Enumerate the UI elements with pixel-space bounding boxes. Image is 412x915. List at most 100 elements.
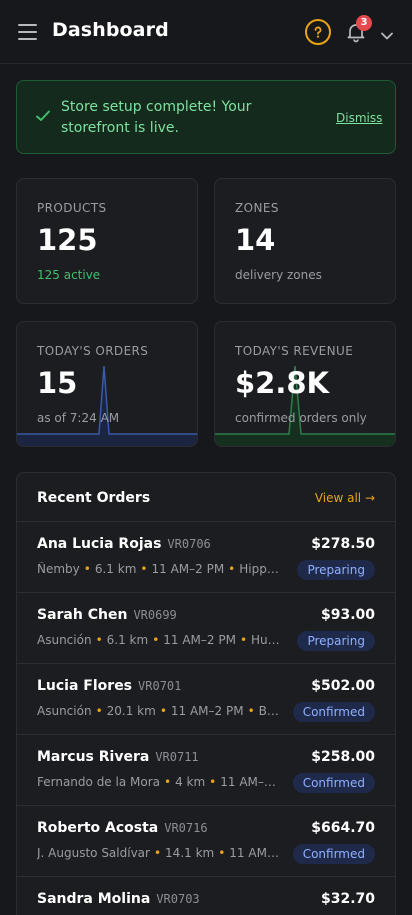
stat-value: 15	[37, 366, 78, 400]
customer-name: Lucia Flores VR0701	[37, 678, 181, 694]
customer-name-text: Lucia Flores	[37, 678, 133, 694]
separator-dot: •	[218, 846, 226, 860]
separator-dot: •	[95, 704, 103, 718]
order-store: Hippo ...	[239, 562, 282, 576]
order-meta: Asunción•6.1 km•11 AM–2 PM•Hulk...	[37, 633, 282, 647]
top-bar: Dashboard 3	[0, 0, 412, 64]
stat-label: TODAY'S REVENUE	[235, 344, 354, 358]
order-price: $32.70	[320, 891, 375, 907]
order-id: VR0699	[133, 608, 177, 622]
order-window: 11 AM–2 PM	[151, 562, 225, 576]
order-store: Ber...	[258, 704, 282, 718]
separator-dot: •	[164, 775, 172, 789]
separator-dot: •	[247, 704, 255, 718]
status-badge: Preparing	[297, 560, 375, 580]
customer-name-text: Sandra Molina	[37, 891, 151, 907]
stat-card-todays-revenue[interactable]: TODAY'S REVENUE $2.8K confirmed orders o…	[214, 321, 396, 447]
order-price: $258.00	[311, 749, 375, 765]
order-price: $664.70	[311, 820, 375, 836]
stat-subtext: delivery zones	[235, 268, 322, 282]
order-city: Ñemby	[37, 562, 80, 576]
order-price: $93.00	[320, 607, 375, 623]
stat-label: PRODUCTS	[37, 201, 107, 215]
customer-name: Ana Lucia Rojas VR0706	[37, 536, 211, 552]
order-store: Hulk...	[251, 633, 282, 647]
stat-value: 125	[37, 223, 98, 257]
order-city: Fernando de la Mora	[37, 775, 160, 789]
customer-name-text: Marcus Rivera	[37, 749, 150, 765]
order-distance: 6.1 km	[106, 633, 149, 647]
order-row[interactable]: Sarah Chen VR0699 $93.00 Asunción • 6.1 km • 11…	[17, 593, 395, 664]
order-meta: Fernando de la Mora • 4 km • 11 AM–2 ...	[37, 775, 282, 789]
order-meta: J. Augusto Saldívar•14.1 km•11 AM–2 ...	[37, 846, 282, 860]
order-distance: 20.1 km	[106, 704, 156, 718]
order-row[interactable]: Sandra Molina VR0703 $32.70	[17, 877, 395, 915]
order-id: VR0711	[155, 750, 199, 764]
chevron-down-icon[interactable]	[380, 26, 396, 40]
order-id: VR0716	[164, 821, 208, 835]
customer-name-text: Roberto Acosta	[37, 820, 159, 836]
hamburger-menu-icon[interactable]	[18, 24, 38, 40]
order-distance: 4 km	[175, 775, 206, 789]
status-badge: Confirmed	[292, 773, 375, 793]
separator-dot: •	[239, 633, 248, 647]
customer-name-text: Ana Lucia Rojas	[37, 536, 162, 552]
separator-dot: •	[159, 704, 167, 718]
notification-count-badge: 3	[356, 15, 372, 31]
alert-message: Store setup complete! Your storefront is…	[61, 99, 252, 136]
view-all-link[interactable]: View all →	[315, 491, 375, 505]
order-city: J. Augusto Saldívar	[37, 846, 150, 860]
customer-name: Marcus Rivera VR0711	[37, 749, 199, 765]
order-window: 11 AM–2 ...	[229, 846, 282, 860]
dismiss-link[interactable]: Dismiss	[336, 111, 382, 125]
order-distance: 6.1 km	[94, 562, 137, 576]
customer-name: Sarah Chen VR0699	[37, 607, 177, 623]
order-id: VR0703	[156, 892, 200, 906]
stat-card-todays-orders[interactable]: TODAY'S ORDERS 15 as of 7:24 AM	[16, 321, 198, 447]
order-city: Asunción	[37, 704, 92, 718]
recent-orders-header: Recent Orders View all →	[17, 473, 395, 522]
checkmark-icon	[36, 110, 50, 121]
separator-dot: •	[153, 846, 162, 860]
order-city: Asunción	[37, 633, 92, 647]
order-row[interactable]: Lucia Flores VR0701 $502.00 Asunción • 20.1 k…	[17, 664, 395, 735]
stat-subtext: confirmed orders only	[235, 411, 367, 425]
status-badge: Confirmed	[292, 844, 375, 864]
order-price: $278.50	[311, 536, 375, 552]
separator-dot: •	[95, 633, 103, 647]
help-icon[interactable]	[305, 19, 331, 45]
order-row[interactable]: Roberto Acosta VR0716 $664.70 J. Augusto Sa…	[17, 806, 395, 877]
stat-card-zones[interactable]: ZONES 14 delivery zones	[214, 178, 396, 304]
customer-name: Sandra Molina VR0703	[37, 891, 200, 907]
order-window: 11 AM–2 PM	[170, 704, 244, 718]
recent-orders-panel: Recent Orders View all → Ana Lucia Rojas…	[16, 472, 396, 915]
separator-dot: •	[152, 633, 160, 647]
stat-subtext: 125 active	[37, 268, 101, 282]
order-distance: 14.1 km	[165, 846, 215, 860]
separator-dot: •	[228, 562, 236, 576]
page-title: Dashboard	[52, 19, 169, 41]
status-badge: Preparing	[297, 631, 375, 651]
order-row[interactable]: Marcus Rivera VR0711 $258.00 Fernando de la…	[17, 735, 395, 806]
stat-label: ZONES	[235, 201, 279, 215]
order-id: VR0706	[167, 537, 211, 551]
recent-orders-title: Recent Orders	[37, 490, 151, 506]
stat-value: $2.8K	[235, 366, 330, 400]
order-meta: Ñemby•6.1 km•11 AM–2 PM•Hippo ...	[37, 562, 282, 576]
stat-value: 14	[235, 223, 276, 257]
separator-dot: •	[83, 562, 91, 576]
status-badge: Confirmed	[292, 702, 375, 722]
customer-name-text: Sarah Chen	[37, 607, 128, 623]
separator-dot: •	[140, 562, 148, 576]
order-price: $502.00	[311, 678, 375, 694]
stat-label: TODAY'S ORDERS	[37, 344, 149, 358]
customer-name: Roberto Acosta VR0716	[37, 820, 208, 836]
order-window: 11 AM–2 ...	[220, 775, 282, 789]
separator-dot: •	[209, 775, 217, 789]
success-alert: Store setup complete! Your storefront is…	[16, 80, 396, 154]
order-window: 11 AM–2 PM	[163, 633, 236, 647]
order-row[interactable]: Ana Lucia Rojas VR0706 $278.50 Ñemby • 6.1 km…	[17, 522, 395, 593]
stat-subtext: as of 7:24 AM	[37, 411, 120, 425]
stat-card-products[interactable]: PRODUCTS 125 125 active	[16, 178, 198, 304]
order-meta: Asunción•20.1 km•11 AM–2 PM•Ber...	[37, 704, 282, 718]
